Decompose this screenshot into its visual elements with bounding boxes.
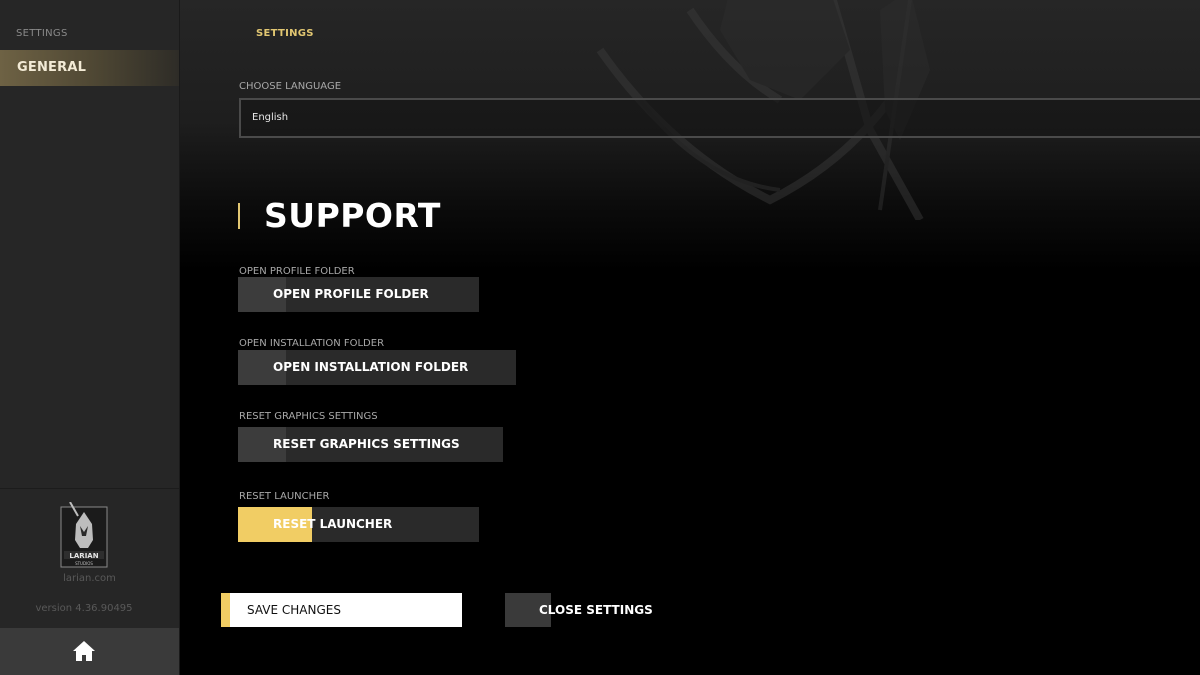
- reset-graphics-label: RESET GRAPHICS SETTINGS: [239, 411, 378, 422]
- save-button-label: SAVE CHANGES: [247, 603, 341, 617]
- larian-link[interactable]: larian.com: [0, 573, 179, 584]
- button-label: RESET GRAPHICS SETTINGS: [273, 437, 460, 451]
- sidebar-divider: [0, 488, 179, 489]
- svg-text:LARIAN: LARIAN: [69, 552, 98, 560]
- open-profile-folder-button[interactable]: OPEN PROFILE FOLDER: [238, 277, 479, 312]
- home-icon: [73, 641, 95, 661]
- button-label: OPEN INSTALLATION FOLDER: [273, 360, 469, 374]
- save-changes-button[interactable]: SAVE CHANGES: [221, 593, 462, 627]
- larian-studios-logo: LARIAN STUDIOS: [60, 502, 108, 568]
- language-select[interactable]: English: [239, 98, 1200, 138]
- close-settings-button[interactable]: CLOSE SETTINGS: [505, 593, 655, 627]
- save-button-stripe: [221, 593, 230, 627]
- language-label: CHOOSE LANGUAGE: [239, 81, 342, 92]
- open-installation-folder-button[interactable]: OPEN INSTALLATION FOLDER: [238, 350, 516, 385]
- sidebar-item-general[interactable]: GENERAL: [0, 50, 179, 86]
- reset-launcher-label: RESET LAUNCHER: [239, 491, 330, 502]
- button-label: RESET LAUNCHER: [273, 517, 393, 531]
- sidebar: SETTINGS GENERAL LARIAN STUDIOS larian.c…: [0, 0, 180, 675]
- page-title: SETTINGS: [256, 28, 314, 39]
- sidebar-item-label: GENERAL: [17, 60, 87, 75]
- button-label: OPEN PROFILE FOLDER: [273, 287, 429, 301]
- reset-graphics-settings-button[interactable]: RESET GRAPHICS SETTINGS: [238, 427, 503, 462]
- svg-text:STUDIOS: STUDIOS: [75, 561, 93, 566]
- reset-launcher-button[interactable]: RESET LAUNCHER: [238, 507, 479, 542]
- installation-folder-label: OPEN INSTALLATION FOLDER: [239, 338, 385, 349]
- version-text: version 4.36.90495: [35, 603, 133, 614]
- section-marker: [238, 203, 240, 229]
- language-select-value: English: [252, 112, 289, 123]
- close-button-label: CLOSE SETTINGS: [539, 603, 653, 617]
- support-heading: SUPPORT: [264, 196, 441, 235]
- main-panel: SETTINGS CHOOSE LANGUAGE English SUPPORT…: [180, 0, 1200, 675]
- profile-folder-label: OPEN PROFILE FOLDER: [239, 266, 355, 277]
- sidebar-title: SETTINGS: [16, 28, 68, 39]
- launcher-window: SETTINGS GENERAL LARIAN STUDIOS larian.c…: [0, 0, 1200, 675]
- home-button[interactable]: [0, 628, 179, 675]
